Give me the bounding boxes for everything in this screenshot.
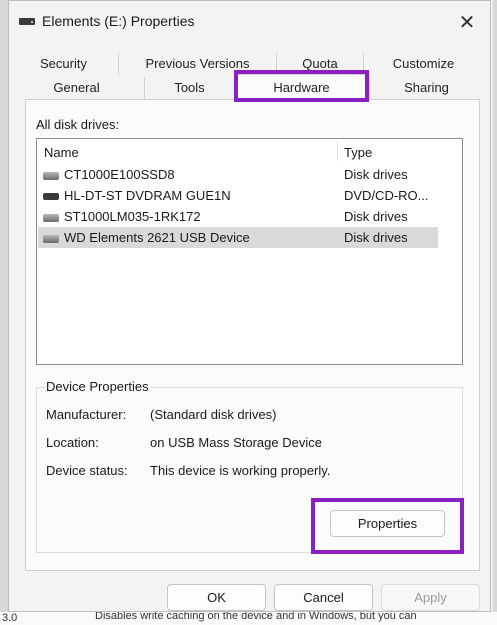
drive-type: Disk drives bbox=[344, 230, 408, 245]
close-button[interactable]: ✕ bbox=[452, 8, 482, 36]
apply-button[interactable]: Apply bbox=[381, 584, 480, 611]
drive-name: CT1000E100SSD8 bbox=[64, 167, 175, 182]
column-header-name[interactable]: Name bbox=[44, 145, 79, 160]
ok-button[interactable]: OK bbox=[167, 584, 266, 611]
manufacturer-label: Manufacturer: bbox=[46, 407, 127, 422]
device-status-label: Device status: bbox=[46, 463, 128, 478]
tab-sharing[interactable]: Sharing bbox=[369, 77, 483, 99]
drive-icon bbox=[19, 18, 35, 25]
dvd-drive-icon bbox=[43, 193, 59, 200]
disk-drive-icon bbox=[43, 172, 59, 180]
disk-drives-list[interactable]: Name Type CT1000E100SSD8 Disk drives HL-DT… bbox=[36, 138, 463, 365]
drive-name: ST1000LM035-1RK172 bbox=[64, 209, 201, 224]
column-header-type[interactable]: Type bbox=[344, 145, 372, 160]
drive-name: HL-DT-ST DVDRAM GUE1N bbox=[64, 188, 231, 203]
drive-type: DVD/CD-RO... bbox=[344, 188, 429, 203]
close-icon: ✕ bbox=[458, 11, 476, 34]
background-text: Disables write caching on the device and… bbox=[95, 612, 417, 622]
background-window-text: 3.0 Disables write caching on the device… bbox=[0, 612, 497, 625]
location-value: on USB Mass Storage Device bbox=[150, 435, 322, 450]
disk-drive-icon bbox=[43, 235, 59, 243]
all-disk-drives-label: All disk drives: bbox=[36, 117, 120, 132]
background-window-edge bbox=[0, 0, 8, 625]
manufacturer-value: (Standard disk drives) bbox=[150, 407, 277, 422]
device-status-value: This device is working properly. bbox=[150, 463, 331, 478]
drive-row[interactable]: CT1000E100SSD8 Disk drives bbox=[37, 164, 462, 185]
properties-dialog: Elements (E:) Properties ✕ Security Prev… bbox=[8, 0, 491, 612]
device-properties-title: Device Properties bbox=[45, 379, 150, 394]
disk-drive-icon bbox=[43, 214, 59, 222]
window-title: Elements (E:) Properties bbox=[42, 13, 195, 29]
drive-row[interactable]: WD Elements 2621 USB Device Disk drives bbox=[37, 227, 462, 248]
location-label: Location: bbox=[46, 435, 99, 450]
list-header: Name Type bbox=[37, 139, 462, 163]
drive-name: WD Elements 2621 USB Device bbox=[64, 230, 250, 245]
background-text-left: 3.0 bbox=[2, 612, 18, 624]
column-separator[interactable] bbox=[337, 141, 338, 161]
drive-row[interactable]: ST1000LM035-1RK172 Disk drives bbox=[37, 206, 462, 227]
annotation-highlight-properties-button bbox=[311, 498, 464, 554]
drive-rows: CT1000E100SSD8 Disk drives HL-DT-ST DVDRAM… bbox=[37, 164, 462, 248]
background-window-edge-right bbox=[493, 0, 497, 625]
tab-security[interactable]: Security bbox=[9, 53, 118, 75]
title-bar[interactable]: Elements (E:) Properties ✕ bbox=[9, 1, 490, 43]
tab-tools[interactable]: Tools bbox=[144, 77, 234, 99]
drive-row[interactable]: HL-DT-ST DVDRAM GUE1N DVD/CD-RO... bbox=[37, 185, 462, 206]
drive-type: Disk drives bbox=[344, 209, 408, 224]
drive-type: Disk drives bbox=[344, 167, 408, 182]
cancel-button[interactable]: Cancel bbox=[274, 584, 373, 611]
tab-customize[interactable]: Customize bbox=[363, 53, 483, 75]
tab-general[interactable]: General bbox=[9, 77, 144, 99]
annotation-highlight-hardware-tab bbox=[234, 70, 369, 102]
